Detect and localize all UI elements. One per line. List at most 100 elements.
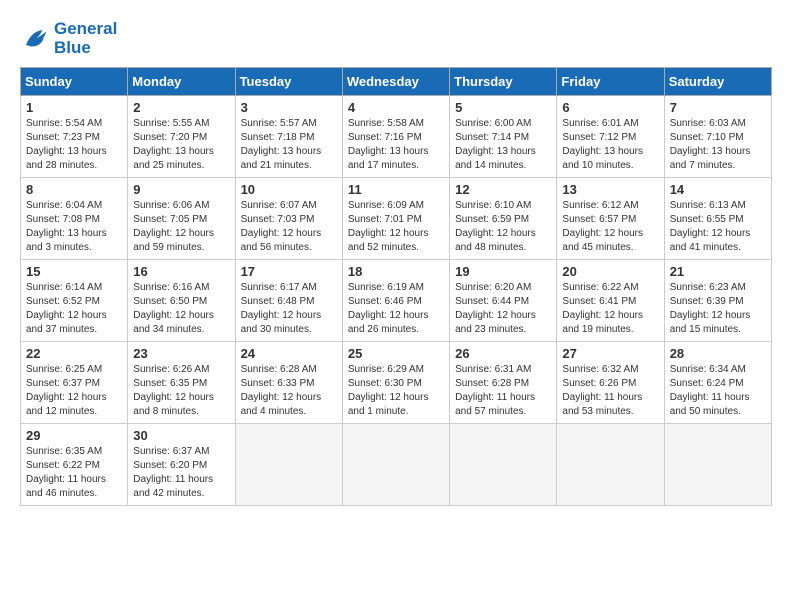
calendar-cell: 27 Sunrise: 6:32 AMSunset: 6:26 PMDayligh…: [557, 342, 664, 424]
logo: General Blue: [20, 20, 117, 57]
calendar-cell: 26Sunrise: 6:31 AMSunset: 6:28 PMDayligh…: [450, 342, 557, 424]
calendar-cell: 13 Sunrise: 6:12 AMSunset: 6:57 PMDayligh…: [557, 178, 664, 260]
calendar-week-5: 29 Sunrise: 6:35 AMSunset: 6:22 PMDayligh…: [21, 424, 772, 506]
day-number: 29: [26, 428, 122, 443]
day-info: Sunrise: 5:57 AMSunset: 7:18 PMDaylight:…: [241, 117, 337, 173]
calendar-cell: 24Sunrise: 6:28 AMSunset: 6:33 PMDayligh…: [235, 342, 342, 424]
day-header-tuesday: Tuesday: [235, 68, 342, 96]
calendar-cell: 6 Sunrise: 6:01 AMSunset: 7:12 PMDaylight…: [557, 96, 664, 178]
day-number: 14: [670, 182, 766, 197]
day-number: 25: [348, 346, 444, 361]
day-info: Sunrise: 6:12 AMSunset: 6:57 PMDaylight:…: [562, 199, 658, 255]
day-info: Sunrise: 6:23 AMSunset: 6:39 PMDaylight:…: [670, 281, 766, 337]
calendar-cell: 3 Sunrise: 5:57 AMSunset: 7:18 PMDaylight…: [235, 96, 342, 178]
day-info: Sunrise: 6:25 AMSunset: 6:37 PMDaylight:…: [26, 363, 122, 419]
day-info: Sunrise: 6:32 AMSunset: 6:26 PMDaylight:…: [562, 363, 658, 419]
day-header-thursday: Thursday: [450, 68, 557, 96]
day-header-monday: Monday: [128, 68, 235, 96]
calendar-week-2: 8 Sunrise: 6:04 AMSunset: 7:08 PMDaylight…: [21, 178, 772, 260]
calendar-cell: 21 Sunrise: 6:23 AMSunset: 6:39 PMDayligh…: [664, 260, 771, 342]
calendar-week-3: 15 Sunrise: 6:14 AMSunset: 6:52 PMDayligh…: [21, 260, 772, 342]
day-info: Sunrise: 6:00 AMSunset: 7:14 PMDaylight:…: [455, 117, 551, 173]
day-info: Sunrise: 6:35 AMSunset: 6:22 PMDaylight:…: [26, 445, 122, 501]
day-number: 15: [26, 264, 122, 279]
calendar-header-row: SundayMondayTuesdayWednesdayThursdayFrid…: [21, 68, 772, 96]
day-info: Sunrise: 6:06 AMSunset: 7:05 PMDaylight:…: [133, 199, 229, 255]
day-number: 9: [133, 182, 229, 197]
calendar-cell: 11 Sunrise: 6:09 AMSunset: 7:01 PMDayligh…: [342, 178, 449, 260]
calendar-cell: 25 Sunrise: 6:29 AMSunset: 6:30 PMDayligh…: [342, 342, 449, 424]
day-header-saturday: Saturday: [664, 68, 771, 96]
day-number: 7: [670, 100, 766, 115]
day-info: Sunrise: 6:31 AMSunset: 6:28 PMDaylight:…: [455, 363, 551, 419]
day-info: Sunrise: 6:16 AMSunset: 6:50 PMDaylight:…: [133, 281, 229, 337]
day-info: Sunrise: 6:17 AMSunset: 6:48 PMDaylight:…: [241, 281, 337, 337]
day-info: Sunrise: 6:01 AMSunset: 7:12 PMDaylight:…: [562, 117, 658, 173]
day-number: 28: [670, 346, 766, 361]
calendar-body: 1Sunrise: 5:54 AMSunset: 7:23 PMDaylight…: [21, 96, 772, 506]
calendar-cell: 17 Sunrise: 6:17 AMSunset: 6:48 PMDayligh…: [235, 260, 342, 342]
day-number: 19: [455, 264, 551, 279]
calendar-cell: [557, 424, 664, 506]
day-header-wednesday: Wednesday: [342, 68, 449, 96]
day-info: Sunrise: 6:29 AMSunset: 6:30 PMDaylight:…: [348, 363, 444, 419]
day-info: Sunrise: 6:19 AMSunset: 6:46 PMDaylight:…: [348, 281, 444, 337]
day-number: 21: [670, 264, 766, 279]
day-info: Sunrise: 6:13 AMSunset: 6:55 PMDaylight:…: [670, 199, 766, 255]
day-info: Sunrise: 6:26 AMSunset: 6:35 PMDaylight:…: [133, 363, 229, 419]
day-info: Sunrise: 6:34 AMSunset: 6:24 PMDaylight:…: [670, 363, 766, 419]
calendar-cell: 14 Sunrise: 6:13 AMSunset: 6:55 PMDayligh…: [664, 178, 771, 260]
day-header-sunday: Sunday: [21, 68, 128, 96]
day-number: 12: [455, 182, 551, 197]
day-info: Sunrise: 6:10 AMSunset: 6:59 PMDaylight:…: [455, 199, 551, 255]
calendar-cell: 22 Sunrise: 6:25 AMSunset: 6:37 PMDayligh…: [21, 342, 128, 424]
day-number: 4: [348, 100, 444, 115]
day-number: 30: [133, 428, 229, 443]
calendar-cell: 7 Sunrise: 6:03 AMSunset: 7:10 PMDaylight…: [664, 96, 771, 178]
day-number: 6: [562, 100, 658, 115]
calendar-cell: [664, 424, 771, 506]
calendar-cell: 10Sunrise: 6:07 AMSunset: 7:03 PMDayligh…: [235, 178, 342, 260]
day-info: Sunrise: 6:20 AMSunset: 6:44 PMDaylight:…: [455, 281, 551, 337]
day-number: 8: [26, 182, 122, 197]
day-info: Sunrise: 6:37 AMSunset: 6:20 PMDaylight:…: [133, 445, 229, 501]
calendar-week-1: 1Sunrise: 5:54 AMSunset: 7:23 PMDaylight…: [21, 96, 772, 178]
calendar-cell: 19 Sunrise: 6:20 AMSunset: 6:44 PMDayligh…: [450, 260, 557, 342]
day-number: 17: [241, 264, 337, 279]
calendar-week-4: 22 Sunrise: 6:25 AMSunset: 6:37 PMDayligh…: [21, 342, 772, 424]
day-info: Sunrise: 6:22 AMSunset: 6:41 PMDaylight:…: [562, 281, 658, 337]
day-number: 27: [562, 346, 658, 361]
day-number: 23: [133, 346, 229, 361]
day-number: 10: [241, 182, 337, 197]
day-info: Sunrise: 5:55 AMSunset: 7:20 PMDaylight:…: [133, 117, 229, 173]
day-info: Sunrise: 6:28 AMSunset: 6:33 PMDaylight:…: [241, 363, 337, 419]
day-number: 16: [133, 264, 229, 279]
day-number: 13: [562, 182, 658, 197]
calendar-cell: 23 Sunrise: 6:26 AMSunset: 6:35 PMDayligh…: [128, 342, 235, 424]
day-info: Sunrise: 6:04 AMSunset: 7:08 PMDaylight:…: [26, 199, 122, 255]
day-number: 18: [348, 264, 444, 279]
calendar-cell: 9 Sunrise: 6:06 AMSunset: 7:05 PMDaylight…: [128, 178, 235, 260]
calendar-cell: 8 Sunrise: 6:04 AMSunset: 7:08 PMDaylight…: [21, 178, 128, 260]
page-header: General Blue: [20, 20, 772, 57]
day-number: 5: [455, 100, 551, 115]
day-info: Sunrise: 5:54 AMSunset: 7:23 PMDaylight:…: [26, 117, 122, 173]
calendar-cell: 15 Sunrise: 6:14 AMSunset: 6:52 PMDayligh…: [21, 260, 128, 342]
day-info: Sunrise: 6:03 AMSunset: 7:10 PMDaylight:…: [670, 117, 766, 173]
calendar-cell: [450, 424, 557, 506]
day-number: 11: [348, 182, 444, 197]
calendar-cell: 4 Sunrise: 5:58 AMSunset: 7:16 PMDaylight…: [342, 96, 449, 178]
calendar-cell: 28 Sunrise: 6:34 AMSunset: 6:24 PMDayligh…: [664, 342, 771, 424]
calendar-cell: 20Sunrise: 6:22 AMSunset: 6:41 PMDayligh…: [557, 260, 664, 342]
day-number: 3: [241, 100, 337, 115]
day-info: Sunrise: 5:58 AMSunset: 7:16 PMDaylight:…: [348, 117, 444, 173]
day-info: Sunrise: 6:09 AMSunset: 7:01 PMDaylight:…: [348, 199, 444, 255]
day-info: Sunrise: 6:14 AMSunset: 6:52 PMDaylight:…: [26, 281, 122, 337]
calendar-cell: 5 Sunrise: 6:00 AMSunset: 7:14 PMDaylight…: [450, 96, 557, 178]
calendar-cell: 18 Sunrise: 6:19 AMSunset: 6:46 PMDayligh…: [342, 260, 449, 342]
calendar-cell: 16 Sunrise: 6:16 AMSunset: 6:50 PMDayligh…: [128, 260, 235, 342]
day-number: 22: [26, 346, 122, 361]
calendar-cell: [235, 424, 342, 506]
calendar-table: SundayMondayTuesdayWednesdayThursdayFrid…: [20, 67, 772, 506]
logo-icon: [20, 24, 50, 54]
